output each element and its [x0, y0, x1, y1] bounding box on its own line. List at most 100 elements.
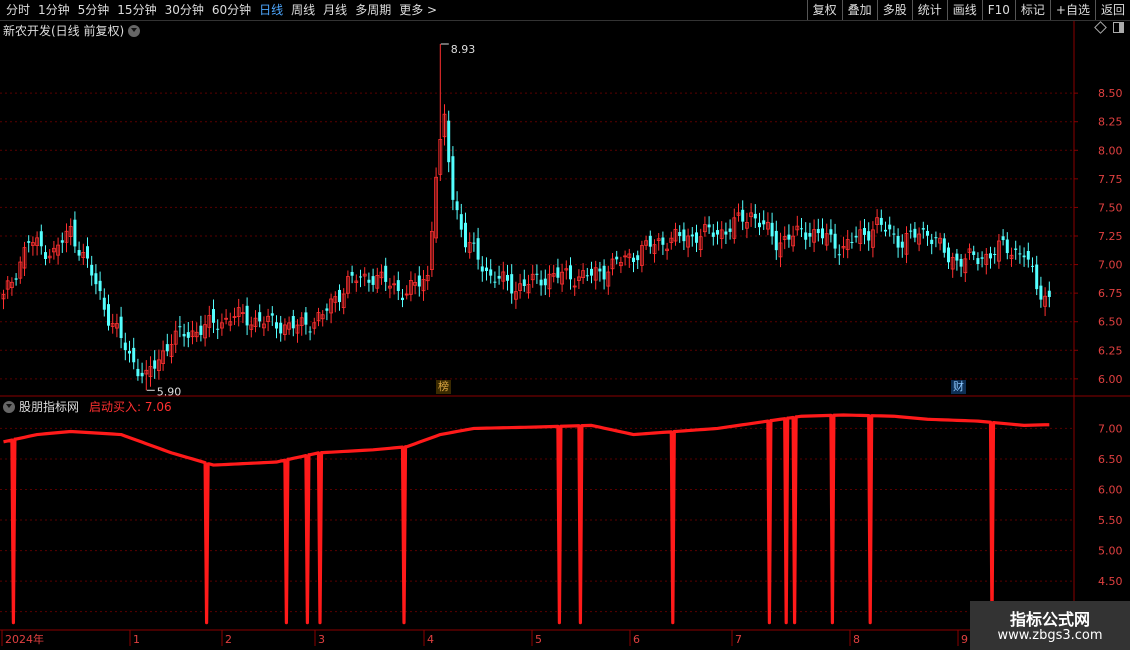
candle-body [678, 232, 682, 237]
indicator-value: 启动买入: 7.06 [89, 400, 172, 414]
candle-body [350, 271, 354, 276]
main-title: 新农开发(日线 前复权) [3, 24, 125, 38]
candle-body [741, 209, 745, 222]
candle-body [921, 228, 925, 230]
candle-body [77, 250, 81, 256]
candle-body [585, 275, 589, 277]
period-tabs: 分时 1分钟 5分钟 15分钟 30分钟 60分钟 日线 周线 月线 多周期 更多 > [2, 0, 441, 20]
candle-body [724, 231, 728, 235]
candle-body [123, 342, 127, 351]
candle-body [94, 273, 98, 285]
candle-body [270, 313, 274, 316]
time-label-7: 7 [735, 633, 742, 646]
period-tab-2[interactable]: 5分钟 [74, 0, 114, 20]
period-tab-0[interactable]: 分时 [2, 0, 34, 20]
period-tab-4[interactable]: 30分钟 [161, 0, 208, 20]
diamond-icon[interactable] [1094, 21, 1107, 34]
candle-body [955, 253, 959, 261]
candle-body [879, 217, 883, 225]
candle-body [199, 325, 203, 335]
candle-body [1026, 251, 1030, 260]
indicator-name: 股朋指标网 [19, 400, 80, 414]
candle-body [510, 274, 514, 294]
candle-body [1031, 265, 1034, 267]
candle-body [136, 368, 140, 377]
indicator-tick-label-4: 5.00 [1098, 545, 1123, 558]
main-panel-header: 新农开发(日线 前复权) [3, 22, 141, 39]
candle-body [888, 224, 892, 230]
indicator-tick-label-3: 5.50 [1098, 514, 1123, 527]
candle-body [275, 322, 278, 329]
candle-body [73, 219, 77, 247]
main-tick-label-1: 8.25 [1098, 116, 1123, 129]
time-label-9: 9 [961, 633, 968, 646]
candle-body [598, 268, 602, 272]
action-button-2[interactable]: 多股 [876, 0, 912, 20]
candle-body [489, 269, 493, 276]
finance-marker[interactable]: 财 [951, 380, 966, 394]
candle-body [934, 237, 938, 239]
action-button-3[interactable]: 统计 [911, 0, 947, 20]
period-tab-1[interactable]: 1分钟 [34, 0, 74, 20]
chevron-down-icon[interactable] [128, 24, 141, 37]
action-button-8[interactable]: 返回 [1094, 0, 1130, 20]
candle-body [304, 312, 308, 325]
candle-body [884, 229, 887, 232]
candle-body [808, 233, 812, 237]
main-tick-label-3: 7.75 [1098, 173, 1123, 186]
candle-body [107, 304, 110, 326]
candle-body [711, 232, 715, 237]
low-price-label: 5.90 [157, 385, 182, 398]
time-label-8: 8 [853, 633, 860, 646]
candle-body [959, 258, 963, 267]
chevron-down-icon[interactable] [3, 400, 15, 413]
candle-body [1014, 248, 1018, 250]
action-button-1[interactable]: 叠加 [841, 0, 877, 20]
candle-body [291, 316, 295, 329]
candle-body [480, 266, 484, 272]
candle-body [447, 120, 451, 163]
candle-body [451, 156, 455, 200]
candle-body [758, 222, 761, 228]
period-tab-7[interactable]: 周线 [287, 0, 319, 20]
action-button-7[interactable]: +自选 [1049, 0, 1095, 20]
candle-body [44, 252, 47, 259]
action-button-6[interactable]: 标记 [1014, 0, 1050, 20]
rank-marker[interactable]: 榜 [436, 380, 451, 394]
period-tab-9[interactable]: 多周期 [351, 0, 395, 20]
candle-body [153, 360, 157, 369]
period-toolbar: 分时 1分钟 5分钟 15分钟 30分钟 60分钟 日线 周线 月线 多周期 更多 > 复权 叠加 多股… [0, 0, 1130, 21]
candle-body [182, 333, 186, 337]
period-tab-5[interactable]: 60分钟 [208, 0, 255, 20]
time-label-6: 6 [633, 633, 640, 646]
main-tick-label-8: 6.50 [1098, 316, 1123, 329]
watermark-title: 指标公式网 [1009, 610, 1090, 629]
action-button-5[interactable]: F10 [981, 0, 1015, 20]
main-tick-label-9: 6.25 [1098, 344, 1123, 357]
candle-body [165, 344, 169, 352]
candle-body [942, 238, 946, 253]
candle-body [455, 201, 459, 211]
period-tab-3[interactable]: 15分钟 [113, 0, 160, 20]
candle-body [661, 237, 665, 245]
time-label-2: 2 [225, 633, 232, 646]
period-tab-8[interactable]: 月线 [319, 0, 351, 20]
candle-body [989, 253, 992, 259]
candle-body [556, 267, 560, 278]
candle-body [338, 289, 341, 303]
candle-body [325, 308, 329, 311]
period-tab-10[interactable]: 更多 > [395, 0, 441, 20]
candle-body [485, 267, 488, 272]
candle-body [569, 265, 572, 280]
candle-body [821, 228, 824, 239]
candle-body [590, 268, 593, 276]
action-button-4[interactable]: 画线 [946, 0, 982, 20]
time-label-0: 2024年 [5, 632, 44, 646]
candle-body [522, 279, 526, 286]
candle-body [800, 228, 803, 230]
candle-body [417, 275, 421, 287]
action-button-0[interactable]: 复权 [806, 0, 842, 20]
period-tab-6[interactable]: 日线 [255, 0, 287, 20]
panel-toggle-icon[interactable] [1113, 22, 1124, 33]
candle-body [1022, 255, 1026, 258]
